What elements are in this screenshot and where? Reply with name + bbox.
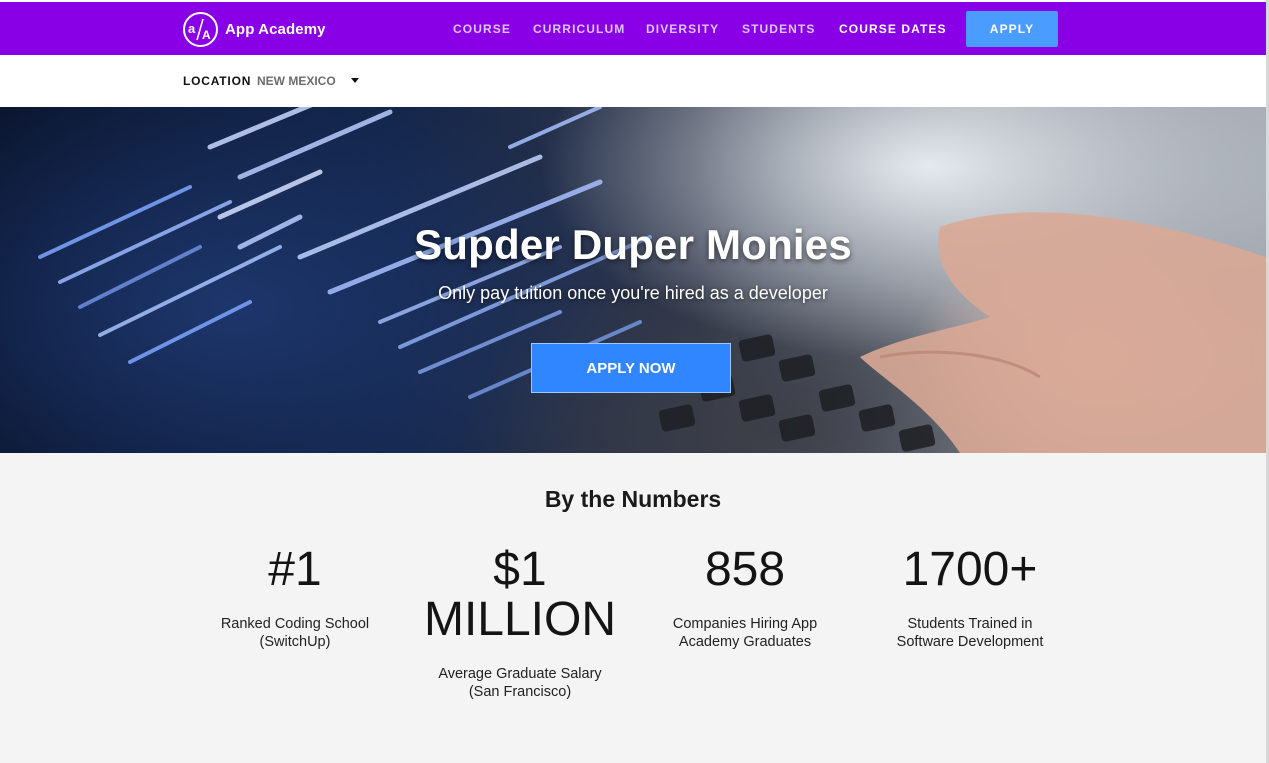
stat-description: Average Graduate Salary (San Francisco): [400, 665, 640, 701]
caret-down-icon[interactable]: [351, 78, 359, 83]
stat-description: Companies Hiring App Academy Graduates: [645, 615, 845, 651]
brand-name: App Academy: [225, 20, 326, 38]
nav-link-students[interactable]: STUDENTS: [742, 22, 815, 36]
nav-link-curriculum[interactable]: CURRICULUM: [533, 22, 625, 36]
location-bar: LOCATION NEW MEXICO: [0, 55, 1266, 107]
location-select[interactable]: NEW MEXICO: [257, 74, 336, 88]
svg-text:A: A: [202, 28, 211, 42]
stat-companies: 858 Companies Hiring App Academy Graduat…: [645, 545, 845, 651]
hero-banner: Supder Duper Monies Only pay tuition onc…: [0, 107, 1266, 453]
stat-value: 858: [704, 543, 786, 596]
stat-description-line: Students Trained in: [907, 616, 1033, 632]
top-navbar: a A App Academy COURSE CURRICULUM DIVERS…: [0, 2, 1266, 55]
stat-students: 1700+ Students Trained in Software Devel…: [865, 545, 1075, 651]
nav-link-course[interactable]: COURSE: [453, 22, 511, 36]
hero-subtitle: Only pay tuition once you're hired as a …: [438, 283, 828, 303]
location-label: LOCATION: [183, 74, 252, 88]
stat-value: $1: [493, 543, 547, 596]
nav-link-course-dates[interactable]: COURSE DATES: [839, 22, 947, 36]
stat-description-line: (SwitchUp): [259, 634, 331, 650]
stat-description-line: Software Development: [896, 634, 1044, 650]
stat-value: #1: [268, 543, 322, 596]
app-academy-logo-icon: a A: [183, 11, 218, 47]
stat-description-line: Companies Hiring App: [672, 616, 818, 632]
stat-description: Ranked Coding School (SwitchUp): [195, 615, 395, 651]
hero-background-image: [38, 107, 1266, 453]
stat-description: Students Trained in Software Development: [865, 615, 1075, 651]
stat-description-line: (San Francisco): [468, 684, 572, 700]
section-title: By the Numbers: [544, 486, 722, 512]
stat-ranking: #1 Ranked Coding School (SwitchUp): [195, 545, 395, 651]
stat-description-line: Average Graduate Salary: [438, 666, 602, 682]
nav-link-diversity[interactable]: DIVERSITY: [646, 22, 719, 36]
stat-value: 1700+: [902, 543, 1038, 596]
stat-salary: $1 MILLION Average Graduate Salary (San …: [400, 545, 640, 701]
numbers-section: By the Numbers #1 Ranked Coding School (…: [0, 453, 1266, 763]
apply-button[interactable]: APPLY: [966, 11, 1058, 47]
stat-description-line: Ranked Coding School: [220, 616, 370, 632]
hero-title: Supder Duper Monies: [414, 221, 852, 268]
svg-text:a: a: [188, 21, 196, 36]
stat-value: MILLION: [423, 593, 617, 646]
stat-description-line: Academy Graduates: [678, 634, 812, 650]
apply-now-button[interactable]: APPLY NOW: [531, 343, 731, 393]
brand-logo[interactable]: a A App Academy: [183, 11, 326, 47]
